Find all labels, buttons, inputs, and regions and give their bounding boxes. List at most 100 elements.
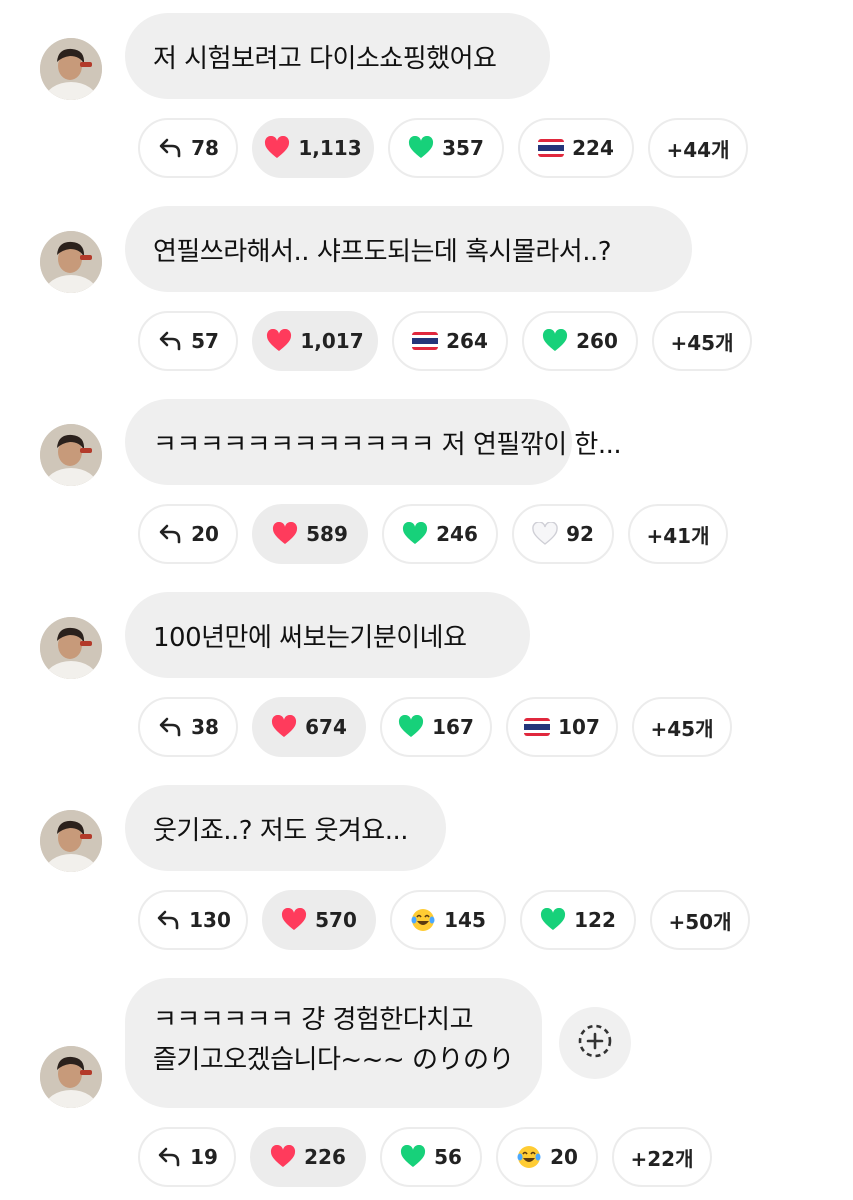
thailand-flag-icon (538, 135, 565, 161)
more-reactions-button[interactable]: +44개 (648, 118, 748, 178)
more-reactions-button[interactable]: +45개 (652, 311, 752, 371)
reply-arrow-icon (156, 1144, 182, 1170)
reaction-heart-red[interactable]: 589 (252, 504, 368, 564)
reaction-flag-thailand[interactable]: 224 (518, 118, 634, 178)
comment-bubble[interactable]: 저 시험보려고 다이소쇼핑했어요 (125, 13, 550, 99)
add-reaction-button[interactable] (559, 1007, 631, 1079)
reaction-count: 1,113 (298, 136, 362, 160)
red-heart-icon (266, 328, 292, 354)
red-heart-icon (270, 1144, 296, 1170)
face-tears-of-joy-icon (516, 1144, 542, 1170)
reaction-flag-thailand[interactable]: 107 (506, 697, 618, 757)
reply-count: 130 (189, 908, 231, 932)
avatar[interactable] (40, 231, 102, 293)
reaction-heart-green[interactable]: 56 (380, 1127, 482, 1187)
comment-bubble[interactable]: ㅋㅋㅋㅋㅋㅋㅋㅋㅋㅋㅋㅋ 저 연필깎이 한... (125, 399, 622, 485)
reaction-count: 1,017 (300, 329, 364, 353)
reply-button[interactable]: 19 (138, 1127, 236, 1187)
comment-text: 연필쓰라해서.. 샤프도되는데 혹시몰라서..? (153, 236, 612, 267)
thailand-flag-icon (524, 714, 551, 740)
reply-arrow-icon (155, 907, 181, 933)
comment-bubble[interactable]: 연필쓰라해서.. 샤프도되는데 혹시몰라서..? (125, 206, 692, 292)
comment-text: 100년만에 써보는기분이네요 (153, 622, 467, 653)
reply-arrow-icon (157, 714, 183, 740)
more-reactions-count: +45개 (650, 716, 714, 741)
more-reactions-count: +44개 (666, 137, 730, 162)
comment-text-line: 즐기고오겠습니다~~~ のりのり (153, 1045, 514, 1075)
reaction-bar: 19 226 56 20 +22개 (138, 1127, 712, 1187)
thailand-flag-icon (412, 328, 439, 354)
reply-arrow-icon (157, 328, 183, 354)
reaction-face-tears-of-joy[interactable]: 145 (390, 890, 506, 950)
reply-button[interactable]: 20 (138, 504, 238, 564)
more-reactions-button[interactable]: +41개 (628, 504, 728, 564)
green-heart-icon (402, 521, 428, 547)
white-heart-icon (532, 521, 558, 547)
more-reactions-button[interactable]: +22개 (612, 1127, 712, 1187)
reaction-count: 224 (572, 136, 614, 160)
red-heart-icon (281, 907, 307, 933)
reaction-face-tears-of-joy[interactable]: 20 (496, 1127, 598, 1187)
avatar[interactable] (40, 810, 102, 872)
reaction-count: 570 (315, 908, 357, 932)
avatar[interactable] (40, 38, 102, 100)
reaction-bar: 57 1,017 264 260 +45개 (138, 311, 752, 371)
red-heart-icon (272, 521, 298, 547)
reply-arrow-icon (157, 521, 183, 547)
comment-bubble[interactable]: 100년만에 써보는기분이네요 (125, 592, 530, 678)
red-heart-icon (264, 135, 290, 161)
reaction-count: 264 (446, 329, 488, 353)
reaction-count: 167 (432, 715, 474, 739)
reaction-count: 20 (550, 1145, 578, 1169)
reaction-bar: 130 570 145 122 +50개 (138, 890, 750, 950)
reaction-flag-thailand[interactable]: 264 (392, 311, 508, 371)
more-reactions-count: +45개 (670, 330, 734, 355)
green-heart-icon (400, 1144, 426, 1170)
comment-text: 저 시험보려고 다이소쇼핑했어요 (153, 43, 497, 74)
reaction-heart-red[interactable]: 570 (262, 890, 376, 950)
reply-button[interactable]: 57 (138, 311, 238, 371)
reaction-count: 226 (304, 1145, 346, 1169)
reaction-heart-red[interactable]: 674 (252, 697, 366, 757)
reaction-heart-green[interactable]: 122 (520, 890, 636, 950)
more-reactions-button[interactable]: +50개 (650, 890, 750, 950)
avatar[interactable] (40, 424, 102, 486)
reaction-count: 589 (306, 522, 348, 546)
face-tears-of-joy-icon (410, 907, 436, 933)
green-heart-icon (542, 328, 568, 354)
reply-button[interactable]: 130 (138, 890, 248, 950)
reaction-heart-red[interactable]: 1,113 (252, 118, 374, 178)
more-reactions-button[interactable]: +45개 (632, 697, 732, 757)
reaction-count: 674 (305, 715, 347, 739)
reply-button[interactable]: 78 (138, 118, 238, 178)
reaction-heart-red[interactable]: 226 (250, 1127, 366, 1187)
reaction-heart-green[interactable]: 246 (382, 504, 498, 564)
reply-count: 78 (191, 136, 219, 160)
comment-bubble[interactable]: 웃기죠..? 저도 웃겨요... (125, 785, 446, 871)
reaction-count: 260 (576, 329, 618, 353)
reaction-heart-red[interactable]: 1,017 (252, 311, 378, 371)
reply-button[interactable]: 38 (138, 697, 238, 757)
reaction-count: 92 (566, 522, 594, 546)
avatar[interactable] (40, 1046, 102, 1108)
comment-text-line: ㅋㅋㅋㅋㅋㅋ 걍 경험한다치고 (153, 1005, 474, 1035)
reply-count: 20 (191, 522, 219, 546)
reaction-count: 56 (434, 1145, 462, 1169)
reply-count: 57 (191, 329, 219, 353)
red-heart-icon (271, 714, 297, 740)
more-reactions-count: +41개 (646, 523, 710, 548)
reply-arrow-icon (157, 135, 183, 161)
reaction-count: 145 (444, 908, 486, 932)
reaction-bar: 20 589 246 92 +41개 (138, 504, 728, 564)
comment-bubble[interactable]: ㅋㅋㅋㅋㅋㅋ 걍 경험한다치고 즐기고오겠습니다~~~ のりのり (125, 978, 542, 1108)
reaction-bar: 78 1,113 357 224 +44개 (138, 118, 748, 178)
comment-text: 웃기죠..? 저도 웃겨요... (153, 815, 409, 846)
green-heart-icon (540, 907, 566, 933)
avatar[interactable] (40, 617, 102, 679)
reaction-count: 357 (442, 136, 484, 160)
reaction-heart-green[interactable]: 260 (522, 311, 638, 371)
more-reactions-count: +50개 (668, 909, 732, 934)
reaction-heart-green[interactable]: 357 (388, 118, 504, 178)
reaction-heart-green[interactable]: 167 (380, 697, 492, 757)
reaction-heart-white[interactable]: 92 (512, 504, 614, 564)
